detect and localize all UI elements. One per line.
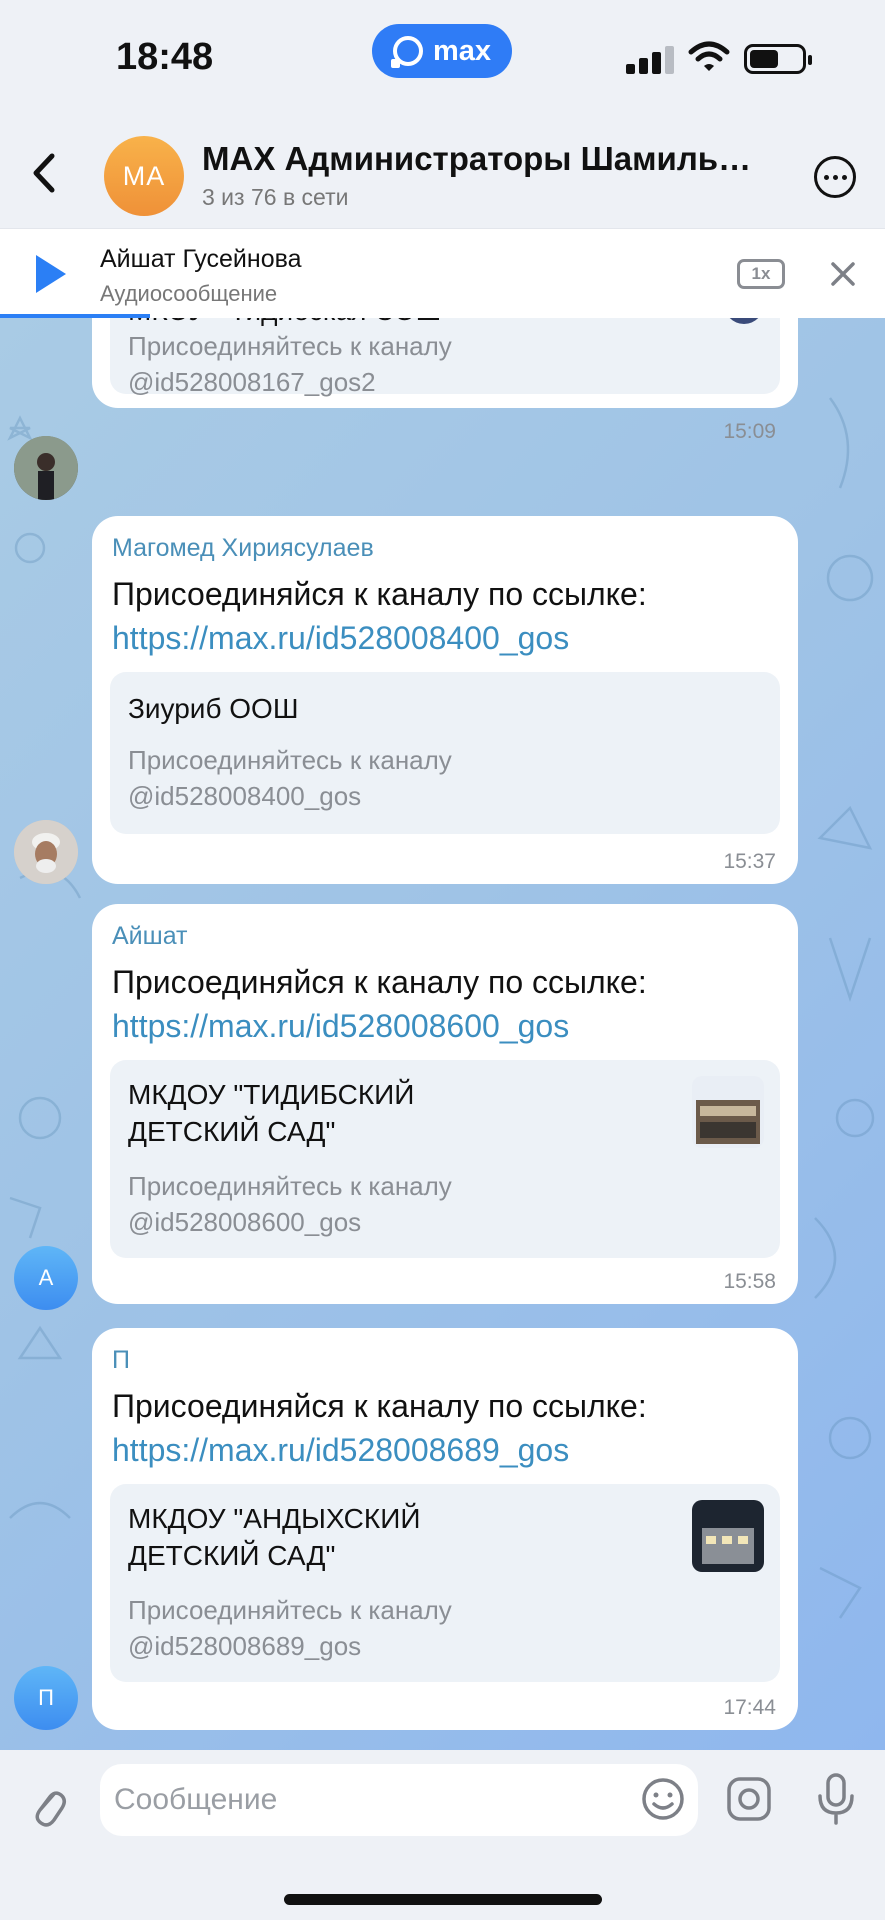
camera-icon[interactable] — [726, 1776, 772, 1822]
message-link[interactable]: https://max.ru/id528008400_gos — [112, 620, 569, 657]
preview-thumbnail — [724, 318, 764, 324]
back-button[interactable] — [24, 148, 64, 198]
sender-avatar[interactable] — [14, 820, 78, 884]
message-sender-name[interactable]: Айшат — [112, 922, 188, 951]
wifi-icon — [688, 41, 730, 71]
preview-channel-id: @id528008400_gos — [128, 781, 362, 811]
paperclip-icon[interactable] — [28, 1780, 68, 1830]
chat-message-list[interactable]: МКОУ «Тидибская СОШ» Присоединяйтесь к к… — [0, 318, 885, 1750]
message-text: Присоединяйся к каналу по ссылке: — [112, 964, 647, 1000]
status-time: 18:48 — [116, 36, 214, 78]
message-bubble[interactable]: Магомед Хириясулаев Присоединяйся к кана… — [92, 516, 798, 884]
max-app-label: max — [432, 34, 492, 67]
cellular-signal-icon — [626, 46, 674, 74]
person-photo-icon — [14, 436, 78, 500]
more-options-button[interactable] — [814, 156, 856, 198]
chat-title[interactable]: MAX Администраторы Шамиль… — [202, 140, 782, 178]
sender-avatar[interactable]: П — [14, 1666, 78, 1730]
preview-description: Присоединяйтесь к каналу — [128, 1171, 452, 1201]
message-text: Присоединяйся к каналу по ссылке: — [112, 576, 647, 612]
message-sender-name[interactable]: П — [112, 1346, 130, 1375]
preview-channel-id: @id528008689_gos — [128, 1631, 362, 1661]
preview-thumbnail — [692, 1500, 764, 1572]
preview-title: МКДОУ "АНДЫХСКИЙ ДЕТСКИЙ САД" — [128, 1503, 421, 1571]
status-bar: 18:48 max — [0, 0, 885, 118]
preview-title: Зиуриб ООШ — [128, 693, 299, 724]
preview-description: Присоединяйтесь к каналу — [128, 331, 452, 361]
person-photo-icon — [14, 820, 78, 884]
preview-channel-id: @id528008167_gos2 — [128, 367, 376, 397]
home-indicator — [284, 1894, 602, 1905]
message-time: 15:37 — [723, 850, 776, 873]
chat-online-status: 3 из 76 в сети — [202, 184, 349, 210]
preview-title: МКДОУ "ТИДИБСКИЙ ДЕТСКИЙ САД" — [128, 1079, 415, 1147]
chat-bubble-icon — [390, 36, 423, 68]
playback-speed-button[interactable]: 1x — [737, 259, 785, 289]
message-composer — [0, 1750, 885, 1920]
link-preview-card[interactable]: МКДОУ "АНДЫХСКИЙ ДЕТСКИЙ САД" Присоединя… — [110, 1484, 780, 1682]
preview-channel-id: @id528008600_gos — [128, 1207, 362, 1237]
sender-avatar[interactable] — [14, 436, 78, 500]
message-bubble[interactable]: П Присоединяйся к каналу по ссылке: http… — [92, 1328, 798, 1730]
battery-icon — [744, 44, 812, 74]
message-bubble[interactable]: МКОУ «Тидибская СОШ» Присоединяйтесь к к… — [92, 318, 798, 443]
audio-type-label: Аудиосообщение — [100, 281, 278, 306]
audio-sender-name: Айшат Гусейнова — [100, 245, 302, 273]
play-icon[interactable] — [36, 255, 66, 293]
link-preview-card[interactable]: МКДОУ "ТИДИБСКИЙ ДЕТСКИЙ САД" Присоединя… — [110, 1060, 780, 1258]
close-icon[interactable] — [826, 257, 860, 291]
preview-description: Присоединяйтесь к каналу — [128, 745, 452, 775]
link-preview-card[interactable]: Зиуриб ООШ Присоединяйтесь к каналу @id5… — [110, 672, 780, 834]
link-preview-card[interactable]: МКОУ «Тидибская СОШ» Присоединяйтесь к к… — [110, 318, 780, 397]
message-bubble[interactable]: Айшат Присоединяйся к каналу по ссылке: … — [92, 904, 798, 1304]
preview-description: Присоединяйтесь к каналу — [128, 1595, 452, 1625]
sender-avatar[interactable]: А — [14, 1246, 78, 1310]
message-sender-name[interactable]: Магомед Хириясулаев — [112, 534, 374, 563]
max-app-badge[interactable]: max — [372, 24, 512, 78]
message-time: 17:44 — [723, 1696, 776, 1719]
message-input[interactable] — [100, 1764, 698, 1836]
message-link[interactable]: https://max.ru/id528008689_gos — [112, 1432, 569, 1469]
message-time: 15:09 — [723, 420, 776, 443]
emoji-icon[interactable] — [640, 1776, 686, 1822]
message-time: 15:58 — [723, 1270, 776, 1293]
chat-header: MA MAX Администраторы Шамиль… 3 из 76 в … — [0, 118, 885, 228]
message-text: Присоединяйся к каналу по ссылке: — [112, 1388, 647, 1424]
microphone-icon[interactable] — [812, 1772, 860, 1826]
chat-avatar[interactable]: MA — [104, 136, 184, 216]
preview-thumbnail — [692, 1076, 764, 1148]
audio-player-bar: Айшат Гусейнова Аудиосообщение 1x — [0, 228, 885, 318]
message-link[interactable]: https://max.ru/id528008600_gos — [112, 1008, 569, 1045]
